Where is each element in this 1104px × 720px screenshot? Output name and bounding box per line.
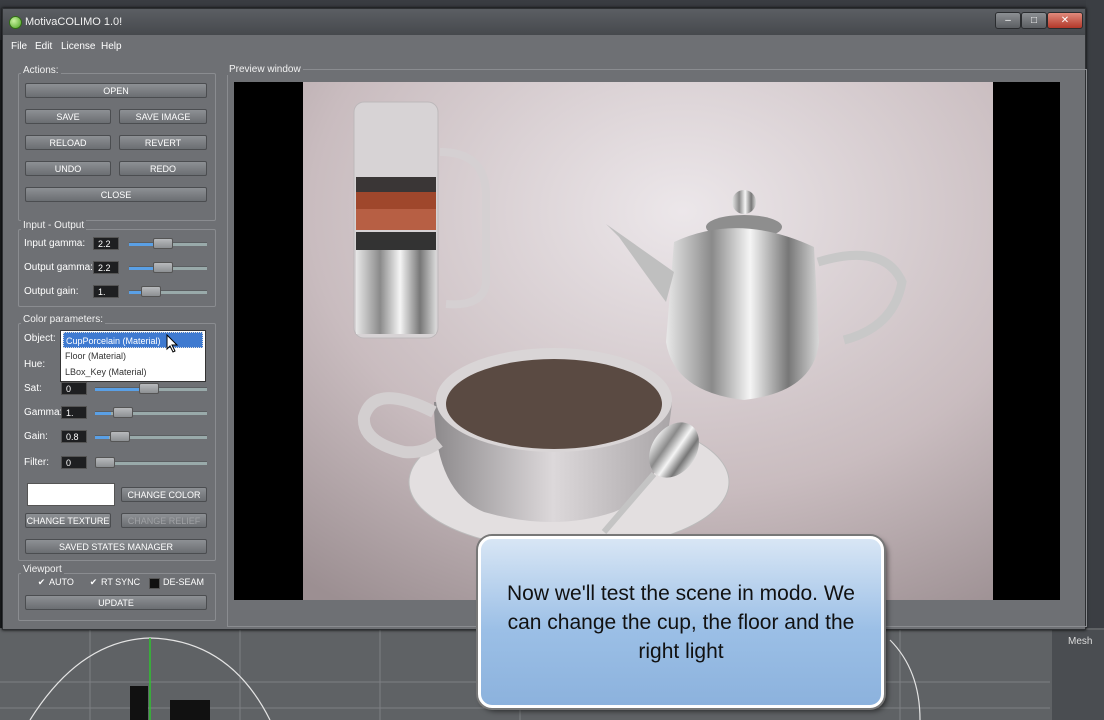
mesh-label[interactable]: Mesh	[1068, 636, 1092, 647]
viewport-label: Viewport	[21, 564, 64, 575]
gamma-field[interactable]: 1.	[61, 406, 87, 419]
sat-field[interactable]: 0	[61, 382, 87, 395]
gain-label: Gain:	[24, 431, 48, 442]
change-color-button[interactable]: CHANGE COLOR	[121, 487, 207, 502]
open-button[interactable]: OPEN	[25, 83, 207, 98]
save-button[interactable]: SAVE	[25, 109, 111, 124]
undo-button[interactable]: UNDO	[25, 161, 111, 176]
hue-label: Hue:	[24, 359, 46, 370]
color-parameters-label: Color parameters:	[21, 314, 106, 325]
de-seam-checkbox[interactable]	[149, 578, 160, 589]
window-title: MotivaCOLIMO 1.0!	[25, 16, 123, 28]
de-seam-label: DE-SEAM	[163, 577, 205, 587]
auto-label: AUTO	[49, 577, 74, 587]
close-window-icon[interactable]: ✕	[1047, 12, 1083, 29]
filter-label: Filter:	[24, 457, 49, 468]
background-app-panel	[1086, 0, 1104, 720]
input-output-label: Input - Output	[21, 220, 87, 231]
output-gain-field[interactable]: 1.	[93, 285, 119, 298]
object-option-lbox-key[interactable]: LBox_Key (Material)	[63, 364, 203, 380]
close-button[interactable]: CLOSE	[25, 187, 207, 202]
update-button[interactable]: UPDATE	[25, 595, 207, 610]
input-gamma-slider-thumb[interactable]	[153, 238, 173, 249]
auto-checkbox[interactable]: ✔	[37, 578, 46, 587]
rendered-scene-image	[303, 82, 993, 600]
gamma-slider-track[interactable]	[95, 411, 207, 415]
maximize-icon[interactable]: □	[1021, 12, 1047, 29]
filter-slider-thumb[interactable]	[95, 457, 115, 468]
saved-states-manager-button[interactable]: SAVED STATES MANAGER	[25, 539, 207, 554]
callout-text: Now we'll test the scene in modo. We can…	[507, 582, 855, 663]
save-image-button[interactable]: SAVE IMAGE	[119, 109, 207, 124]
tutorial-callout: Now we'll test the scene in modo. We can…	[478, 536, 884, 708]
input-gamma-field[interactable]: 2.2	[93, 237, 119, 250]
rt-sync-checkbox[interactable]: ✔	[89, 578, 98, 587]
redo-button[interactable]: REDO	[119, 161, 207, 176]
rt-sync-label: RT SYNC	[101, 577, 141, 587]
mouse-cursor-icon	[166, 334, 179, 353]
gamma-slider-thumb[interactable]	[113, 407, 133, 418]
color-swatch[interactable]	[27, 483, 115, 506]
sat-slider-thumb[interactable]	[139, 383, 159, 394]
menu-license[interactable]: License	[61, 41, 95, 52]
object-label: Object:	[24, 333, 56, 344]
reload-button[interactable]: RELOAD	[25, 135, 111, 150]
preview-window-label: Preview window	[227, 64, 303, 75]
menu-help[interactable]: Help	[101, 41, 122, 52]
output-gain-slider-thumb[interactable]	[141, 286, 161, 297]
actions-label: Actions:	[21, 65, 61, 76]
change-relief-button[interactable]: CHANGE RELIEF	[121, 513, 207, 528]
filter-field[interactable]: 0	[61, 456, 87, 469]
menu-edit[interactable]: Edit	[35, 41, 52, 52]
object-dropdown-list[interactable]: CupPorcelain (Material) Floor (Material)…	[60, 330, 206, 382]
object-option-floor[interactable]: Floor (Material)	[63, 348, 203, 364]
minimize-icon[interactable]: –	[995, 12, 1021, 29]
menu-file[interactable]: File	[11, 41, 27, 52]
title-bar[interactable]: MotivaCOLIMO 1.0! – □ ✕	[3, 9, 1085, 35]
app-logo-icon	[9, 16, 22, 29]
gamma-label: Gamma:	[24, 407, 63, 418]
change-texture-button[interactable]: CHANGE TEXTURE	[25, 513, 111, 528]
gain-slider-thumb[interactable]	[110, 431, 130, 442]
revert-button[interactable]: REVERT	[119, 135, 207, 150]
gain-field[interactable]: 0.8	[61, 430, 87, 443]
input-gamma-label: Input gamma:	[24, 238, 86, 249]
output-gamma-slider-thumb[interactable]	[153, 262, 173, 273]
preview-render-area[interactable]	[234, 82, 1060, 600]
object-option-cup-porcelain[interactable]: CupPorcelain (Material)	[63, 332, 203, 348]
output-gain-label: Output gain:	[24, 286, 79, 297]
menu-bar: File Edit License Help	[3, 37, 1085, 57]
output-gamma-label: Output gamma:	[24, 262, 93, 273]
output-gamma-field[interactable]: 2.2	[93, 261, 119, 274]
sat-label: Sat:	[24, 383, 42, 394]
